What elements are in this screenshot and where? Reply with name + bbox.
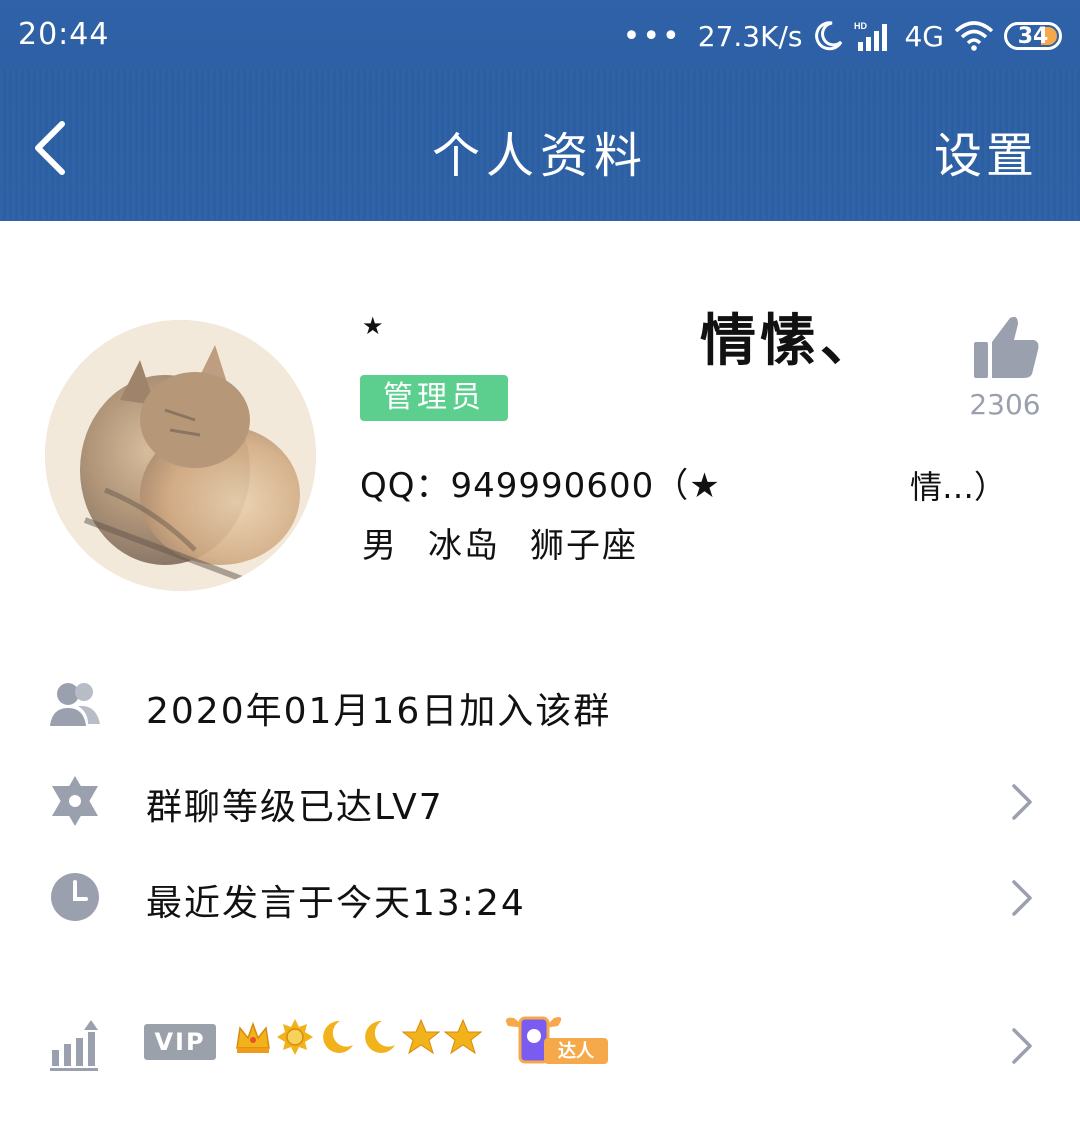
cat-avatar-image <box>45 320 316 591</box>
svg-text:HD: HD <box>854 21 867 31</box>
avatar[interactable] <box>45 320 316 591</box>
clock-icon <box>51 873 99 921</box>
qq-nickname: 情…） <box>910 468 1007 506</box>
profile-name: 情愫、 <box>700 309 880 374</box>
moon-icon <box>815 21 843 51</box>
profile-info: 男 冰岛 狮子座 <box>362 518 638 567</box>
status-bar: 20:44 ••• 27.3K/s HD 4G 34 <box>0 0 1080 72</box>
battery-icon: 34 <box>1004 22 1062 50</box>
nav-bar: 个人资料 设置 <box>0 72 1080 221</box>
level-icons <box>234 1018 482 1056</box>
last-speak-text: 最近发言于今天13:24 <box>146 883 526 924</box>
crown-icon <box>236 1021 270 1053</box>
thumbs-up-icon[interactable] <box>972 314 1040 380</box>
chevron-right-icon <box>1012 784 1032 820</box>
row-join-date: 2020年01月16日加入该群 <box>0 660 1080 750</box>
row-last-speak[interactable]: 最近发言于今天13:24 <box>0 852 1080 942</box>
settings-button[interactable]: 设置 <box>934 116 1038 186</box>
qq-number: QQ：949990600（★ <box>360 466 721 506</box>
chevron-right-icon <box>1012 1028 1032 1064</box>
chart-up-icon <box>50 1020 98 1071</box>
group-members-icon <box>50 683 100 726</box>
row-vip[interactable]: VIP 达人 <box>0 1000 1080 1090</box>
star-icon <box>444 1018 482 1055</box>
header: 20:44 ••• 27.3K/s HD 4G 34 个人资料 设置 <box>0 0 1080 221</box>
status-time: 20:44 <box>18 17 110 52</box>
battery-level: 34 <box>1017 23 1049 49</box>
join-date-text: 2020年01月16日加入该群 <box>146 691 612 732</box>
sun-icon <box>277 1019 313 1055</box>
network-type: 4G <box>904 19 944 53</box>
daren-label: 达人 <box>558 1040 595 1062</box>
gender: 男 <box>362 526 398 566</box>
like-count: 2306 <box>969 388 1041 421</box>
name-prefix: ★ <box>362 312 384 340</box>
more-dots: ••• <box>622 18 682 54</box>
star-of-david-icon <box>52 776 98 826</box>
row-group-level[interactable]: 群聊等级已达LV7 <box>0 756 1080 846</box>
zodiac: 狮子座 <box>530 526 638 566</box>
daren-badge-icon: 达人 <box>506 1016 608 1064</box>
page-title: 个人资料 <box>431 128 648 184</box>
group-level-text: 群聊等级已达LV7 <box>146 787 444 828</box>
moon-icon <box>323 1020 353 1053</box>
network-speed: 27.3K/s <box>697 19 803 53</box>
vip-badge: VIP <box>144 1024 216 1060</box>
status-icons: ••• 27.3K/s HD 4G 34 <box>623 14 1062 58</box>
role-badge: 管理员 <box>360 375 508 421</box>
signal-icon: HD <box>854 21 888 51</box>
chevron-right-icon <box>1012 880 1032 916</box>
location: 冰岛 <box>428 526 500 566</box>
moon-icon <box>365 1020 395 1053</box>
star-icon <box>402 1018 440 1055</box>
wifi-icon <box>954 21 994 51</box>
